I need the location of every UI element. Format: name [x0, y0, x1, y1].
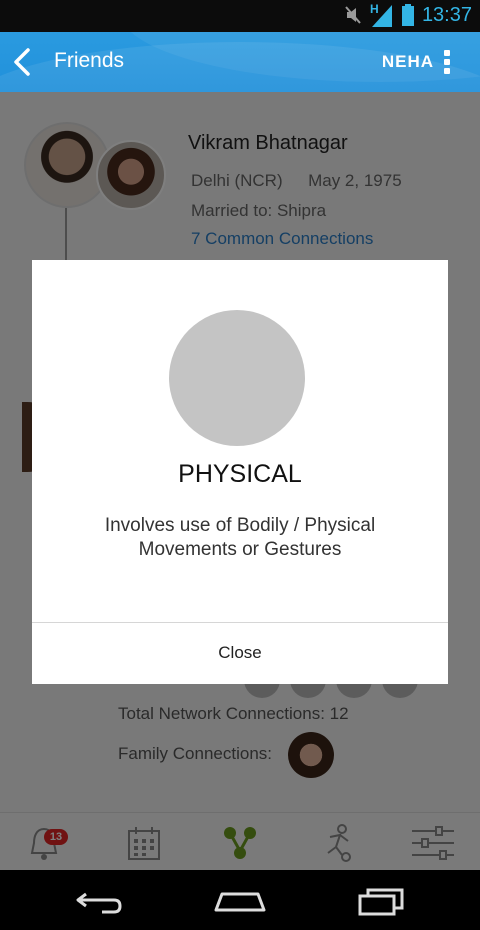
dialog-title: PHYSICAL — [178, 460, 302, 488]
dialog-description: Involves use of Bodily / Physical Moveme… — [104, 515, 376, 560]
recent-apps-icon[interactable] — [352, 884, 412, 918]
back-chevron-icon[interactable] — [6, 44, 40, 80]
signal-icon — [372, 5, 392, 27]
home-icon[interactable] — [210, 884, 270, 918]
close-button[interactable]: Close — [32, 623, 448, 684]
system-nav-bar — [0, 870, 480, 930]
clock: 13:37 — [421, 4, 472, 26]
app-bar: Friends NEHA — [0, 32, 480, 92]
dialog-image-placeholder — [169, 310, 305, 446]
user-name-button[interactable]: NEHA — [382, 52, 434, 72]
mute-icon — [345, 6, 361, 24]
page-title: Friends — [54, 49, 125, 72]
info-dialog: PHYSICAL Involves use of Bodily / Physic… — [32, 260, 448, 684]
status-bar: H 13:37 — [0, 0, 480, 32]
battery-icon — [402, 4, 414, 26]
overflow-menu-icon[interactable] — [442, 50, 452, 76]
back-arrow-icon[interactable] — [72, 884, 132, 918]
